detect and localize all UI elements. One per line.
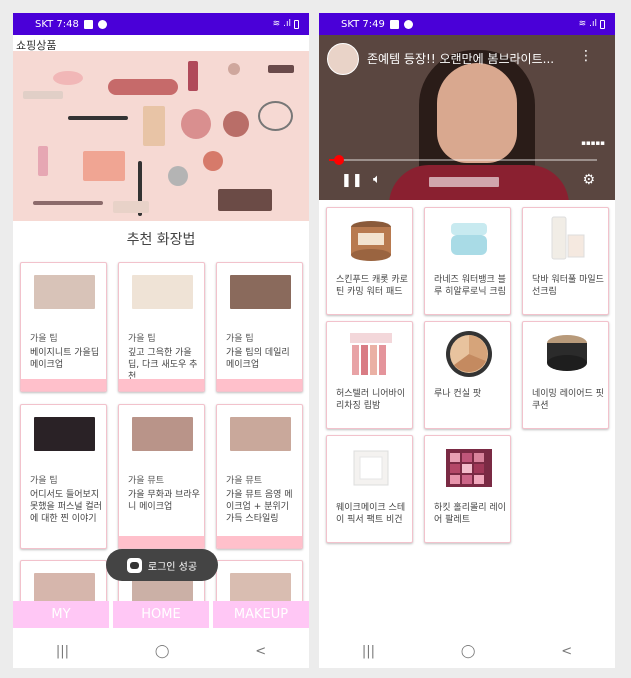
card-category: 가을 뮤트 [128, 476, 164, 486]
phone-screen-recommend: SKT 7:48 ≋ .ıl 쇼핑상품 추천 화장법 가을 팁 베이지니트 가을… [13, 13, 309, 668]
card-title: 어디서도 들어보지 못했을 퍼스널 컬러에 대한 찐 이야기 [30, 490, 102, 524]
makeup-card[interactable]: 가을 팁 어디서도 들어보지 못했을 퍼스널 컬러에 대한 찐 이야기 [20, 404, 107, 549]
makeup-card[interactable]: 가을 뮤트 가을 뮤트 음영 메이크업 + 분위기 가득 스타일링 [216, 404, 303, 549]
phone-screen-video-products: SKT 7:49 ≋ .ıl 존예템 등장!! 오랜만에 봄브라이트... ⋮ … [319, 13, 615, 668]
product-card[interactable]: 웨이크메이크 스테이 픽서 팩트 비건 [326, 435, 413, 543]
toast-message: 로그인 성공 [147, 561, 198, 573]
battery-icon [294, 19, 299, 29]
product-name: 하킷 홀리몰리 레이어 팔레트 [434, 503, 506, 525]
card-thumbnail [34, 417, 95, 451]
login-toast: 로그인 성공 [106, 549, 218, 581]
back-icon[interactable]: < [561, 644, 572, 659]
card-thumbnail [230, 275, 291, 309]
nav-makeup-button[interactable]: MAKEUP [213, 601, 309, 628]
makeup-card[interactable]: 가을 뮤트 가을 무화과 브라우니 메이크업 [118, 404, 205, 549]
product-name: 허스텔러 니어바이 리차징 립밤 [336, 389, 406, 411]
card-title: 베이지니트 가을딥 메이크업 [30, 348, 100, 370]
card-title: 깊고 그윽한 가을 딥, 다크 새도우 추천 [128, 348, 198, 382]
gallery-icon [83, 19, 93, 29]
card-category: 가을 팁 [128, 334, 156, 344]
cat-icon [126, 557, 142, 573]
card-accent-bar [119, 536, 204, 548]
home-icon[interactable]: ◯ [155, 644, 170, 659]
video-watermark: ▪▪▪▪▪ [581, 139, 605, 147]
recent-apps-icon[interactable]: ||| [362, 644, 375, 659]
product-name: 라네즈 워터뱅크 블루 히알루로닉 크림 [434, 275, 506, 297]
bottom-navigation: MY HOME MAKEUP [13, 601, 309, 628]
cream-jar-icon [451, 223, 487, 255]
product-card[interactable]: 라네즈 워터뱅크 블루 히알루로닉 크림 [424, 207, 511, 315]
settings-gear-icon[interactable]: ⚙ [582, 172, 595, 188]
progress-knob-icon[interactable] [334, 155, 344, 165]
product-name: 웨이크메이크 스테이 픽서 팩트 비건 [336, 503, 406, 525]
wifi-icon: ≋ [578, 19, 587, 29]
signal-icon: .ıl [589, 19, 597, 29]
palette-icon [446, 449, 492, 487]
product-card[interactable]: 스킨푸드 캐롯 카로틴 카밍 워터 패드 [326, 207, 413, 315]
card-category: 가을 팁 [30, 334, 58, 344]
home-icon[interactable]: ◯ [461, 644, 476, 659]
card-category: 가을 팁 [30, 476, 58, 486]
card-category: 가을 뮤트 [226, 476, 262, 486]
product-name: 스킨푸드 캐롯 카로틴 카밍 워터 패드 [336, 275, 408, 297]
card-category: 가을 팁 [226, 334, 254, 344]
cosmetics-banner-image [13, 51, 309, 221]
video-progress-bar[interactable] [337, 159, 597, 161]
product-card[interactable]: 닥바 워터풀 마일드 선크림 [522, 207, 609, 315]
status-time: SKT 7:48 [35, 18, 79, 30]
card-thumbnail [132, 417, 193, 451]
nav-home-button[interactable]: HOME [113, 601, 209, 628]
status-bar: SKT 7:49 ≋ .ıl [319, 13, 615, 35]
recent-apps-icon[interactable]: ||| [56, 644, 69, 659]
system-navigation-bar: ||| ◯ < [319, 634, 615, 668]
product-name: 네이밍 레이어드 핏 쿠션 [532, 389, 604, 411]
product-card[interactable]: 허스텔러 니어바이 리차징 립밤 [326, 321, 413, 429]
section-title: 추천 화장법 [126, 232, 196, 248]
gallery-icon [389, 19, 399, 29]
lipbalm-icon [350, 333, 392, 375]
product-name: 루나 컨실 팟 [434, 389, 482, 399]
card-thumbnail [34, 275, 95, 309]
video-title: 존예템 등장!! 오랜만에 봄브라이트... [367, 52, 555, 66]
battery-icon [600, 19, 605, 29]
nav-my-button[interactable]: MY [13, 601, 109, 628]
app-title: 쇼핑상품 [16, 39, 57, 52]
product-name: 닥바 워터풀 마일드 선크림 [532, 275, 604, 297]
volume-icon[interactable]: 🔈︎ [373, 172, 381, 187]
jar-icon [351, 221, 391, 261]
status-bar: SKT 7:48 ≋ .ıl [13, 13, 309, 35]
video-player[interactable]: 존예템 등장!! 오랜만에 봄브라이트... ⋮ ▪▪▪▪▪ ❚❚ 🔈︎ ⚙ [319, 35, 615, 200]
makeup-card[interactable]: 가을 팁 가을 팁의 데일리 메이크업 [216, 262, 303, 392]
card-title: 가을 뮤트 음영 메이크업 + 분위기 가득 스타일링 [226, 490, 293, 524]
card-title: 가을 팁의 데일리 메이크업 [226, 348, 290, 370]
pause-icon[interactable]: ❚❚ [341, 173, 363, 188]
card-thumbnail [132, 275, 193, 309]
pact-icon [353, 450, 389, 486]
more-options-icon[interactable]: ⋮ [579, 48, 593, 64]
signal-icon: .ıl [283, 19, 291, 29]
card-accent-bar [119, 379, 204, 391]
notification-icon [403, 19, 413, 29]
video-caption-box [429, 177, 499, 187]
card-accent-bar [217, 379, 302, 391]
makeup-card[interactable]: 가을 팁 베이지니트 가을딥 메이크업 [20, 262, 107, 392]
card-accent-bar [217, 536, 302, 548]
card-title: 가을 무화과 브라우니 메이크업 [128, 490, 200, 512]
product-card[interactable]: 루나 컨실 팟 [424, 321, 511, 429]
tube-icon [551, 216, 585, 260]
back-icon[interactable]: < [255, 644, 266, 659]
wifi-icon: ≋ [272, 19, 281, 29]
notification-icon [97, 19, 107, 29]
product-card[interactable]: 네이밍 레이어드 핏 쿠션 [522, 321, 609, 429]
product-card[interactable]: 하킷 홀리몰리 레이어 팔레트 [424, 435, 511, 543]
system-navigation-bar: ||| ◯ < [13, 634, 309, 668]
concealer-icon [446, 331, 492, 377]
card-accent-bar [21, 379, 106, 391]
status-time: SKT 7:49 [341, 18, 385, 30]
makeup-card[interactable]: 가을 팁 깊고 그윽한 가을 딥, 다크 새도우 추천 [118, 262, 205, 392]
channel-avatar[interactable] [327, 43, 359, 75]
card-thumbnail [230, 417, 291, 451]
cushion-icon [547, 335, 587, 371]
